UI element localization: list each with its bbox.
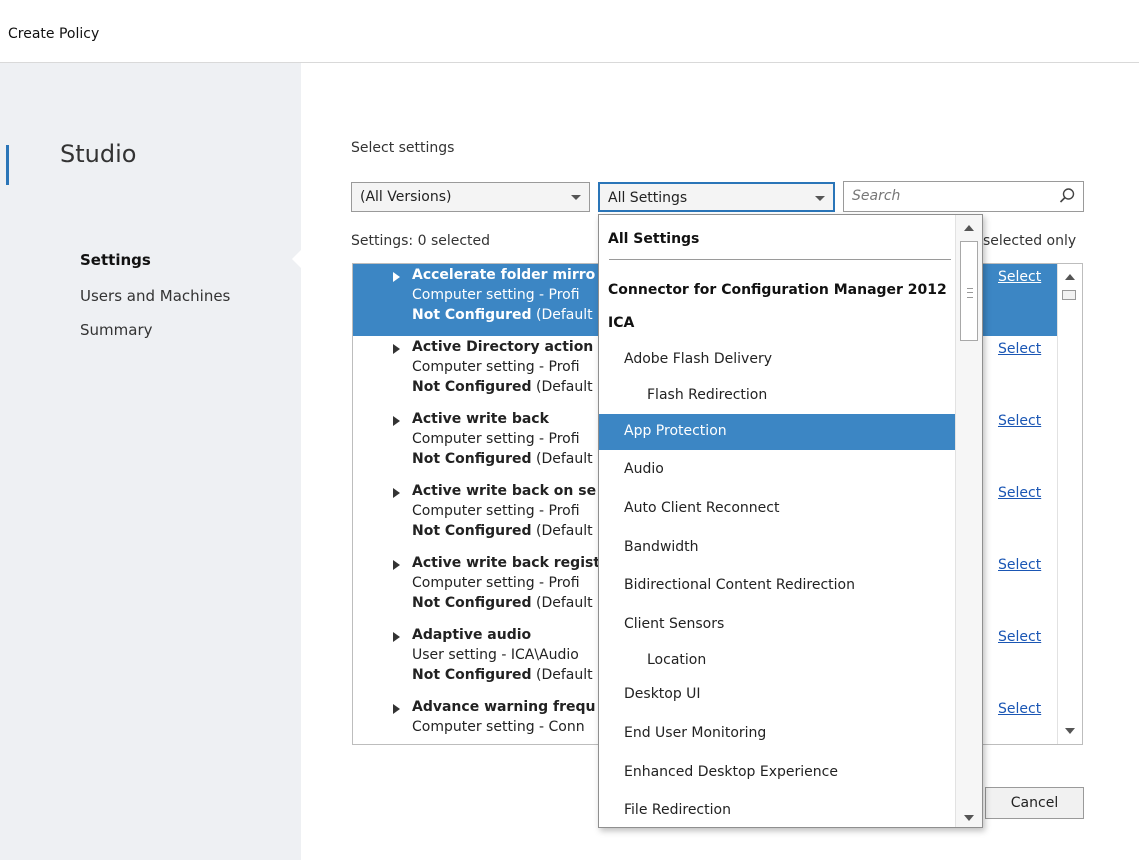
- dropdown-item-location[interactable]: Location: [599, 643, 957, 679]
- setting-scope: User setting - ICA\Audio: [412, 647, 579, 663]
- expand-triangle-icon[interactable]: [393, 272, 400, 282]
- section-title: Select settings: [351, 140, 455, 156]
- setting-scope: Computer setting - Profi: [412, 431, 580, 447]
- title-bar: Create Policy: [0, 0, 1139, 63]
- select-link[interactable]: Select: [998, 485, 1041, 501]
- setting-status: Not Configured (Default: [412, 451, 593, 467]
- select-link[interactable]: Select: [998, 413, 1041, 429]
- version-filter-combo[interactable]: (All Versions): [351, 182, 590, 212]
- window-accent-bar: [6, 145, 9, 185]
- show-selected-only-toggle[interactable]: selected only: [983, 233, 1076, 249]
- select-link[interactable]: Select: [998, 629, 1041, 645]
- setting-name: Active write back: [412, 411, 549, 427]
- setting-status: Not Configured (Default: [412, 523, 593, 539]
- dropdown-item-end-user-monitoring[interactable]: End User Monitoring: [599, 716, 957, 752]
- grip-icon: [967, 288, 973, 298]
- dropdown-item-app-protection[interactable]: App Protection: [599, 414, 957, 450]
- dropdown-item-audio[interactable]: Audio: [599, 452, 957, 488]
- dropdown-item-ica[interactable]: ICA: [599, 306, 957, 342]
- selected-count-label: Settings: 0 selected: [351, 233, 491, 249]
- setting-name: Accelerate folder mirro: [412, 267, 596, 283]
- expand-triangle-icon[interactable]: [393, 344, 400, 354]
- setting-status: Not Configured (Default: [412, 595, 593, 611]
- dropdown-item-enhanced-desktop-experience[interactable]: Enhanced Desktop Experience: [599, 755, 957, 791]
- setting-name: Active write back on se: [412, 483, 597, 499]
- dropdown-item-bidirectional-content-redirection[interactable]: Bidirectional Content Redirection: [599, 568, 957, 604]
- select-link[interactable]: Select: [998, 701, 1041, 717]
- select-link[interactable]: Select: [998, 557, 1041, 573]
- dropdown-item-adobe-flash-delivery[interactable]: Adobe Flash Delivery: [599, 342, 957, 378]
- dropdown-separator: [609, 259, 951, 260]
- nav-item-users-and-machines[interactable]: Users and Machines: [80, 287, 230, 305]
- setting-name: Active Directory action: [412, 339, 594, 355]
- expand-triangle-icon[interactable]: [393, 488, 400, 498]
- scroll-thumb[interactable]: [960, 241, 978, 341]
- list-scrollbar[interactable]: [1057, 264, 1082, 744]
- scroll-up-arrow-icon[interactable]: [964, 225, 974, 231]
- select-link[interactable]: Select: [998, 269, 1041, 285]
- expand-triangle-icon[interactable]: [393, 416, 400, 426]
- select-link[interactable]: Select: [998, 341, 1041, 357]
- dropdown-item-flash-redirection[interactable]: Flash Redirection: [599, 378, 957, 414]
- setting-scope: Computer setting - Profi: [412, 503, 580, 519]
- cancel-button[interactable]: Cancel: [985, 787, 1084, 819]
- dropdown-item-connector[interactable]: Connector for Configuration Manager 2012: [599, 273, 957, 309]
- dropdown-item-client-sensors[interactable]: Client Sensors: [599, 607, 957, 643]
- expand-triangle-icon[interactable]: [393, 560, 400, 570]
- brand-title: Studio: [60, 140, 137, 168]
- setting-status: Not Configured (Default: [412, 379, 593, 395]
- chevron-down-icon: [571, 195, 581, 200]
- setting-status: Not Configured (Default: [412, 307, 593, 323]
- version-filter-value: (All Versions): [360, 189, 452, 205]
- nav-item-settings[interactable]: Settings: [80, 251, 151, 269]
- scroll-down-arrow-icon[interactable]: [964, 815, 974, 821]
- setting-name: Advance warning frequ: [412, 699, 596, 715]
- search-input[interactable]: [850, 187, 1044, 205]
- scroll-up-arrow-icon[interactable]: [1065, 274, 1075, 280]
- nav-item-summary[interactable]: Summary: [80, 321, 153, 339]
- dropdown-item-file-redirection[interactable]: File Redirection: [599, 793, 957, 827]
- chevron-down-icon: [815, 196, 825, 201]
- setting-scope: Computer setting - Profi: [412, 359, 580, 375]
- scroll-thumb[interactable]: [1062, 290, 1076, 300]
- scroll-down-arrow-icon[interactable]: [1065, 728, 1075, 734]
- search-box[interactable]: [843, 181, 1084, 212]
- dropdown-item-desktop-ui[interactable]: Desktop UI: [599, 677, 957, 713]
- setting-scope: Computer setting - Profi: [412, 287, 580, 303]
- category-filter-value: All Settings: [608, 190, 688, 206]
- dropdown-item-auto-client-reconnect[interactable]: Auto Client Reconnect: [599, 491, 957, 527]
- sidebar: [10, 63, 300, 860]
- dropdown-item-bandwidth[interactable]: Bandwidth: [599, 530, 957, 566]
- setting-name: Active write back regist: [412, 555, 601, 571]
- window-title: Create Policy: [8, 26, 100, 42]
- dropdown-item-all-settings[interactable]: All Settings: [599, 222, 957, 258]
- expand-triangle-icon[interactable]: [393, 632, 400, 642]
- setting-scope: Computer setting - Conn: [412, 719, 585, 735]
- setting-scope: Computer setting - Profi: [412, 575, 580, 591]
- active-step-pointer: [292, 250, 301, 268]
- category-dropdown-list: All Settings Connector for Configuration…: [598, 214, 983, 828]
- expand-triangle-icon[interactable]: [393, 704, 400, 714]
- search-icon[interactable]: [1057, 186, 1077, 206]
- dropdown-scrollbar[interactable]: [955, 215, 982, 827]
- setting-status: Not Configured (Default: [412, 667, 593, 683]
- setting-name: Adaptive audio: [412, 627, 532, 643]
- category-filter-combo[interactable]: All Settings: [598, 182, 835, 212]
